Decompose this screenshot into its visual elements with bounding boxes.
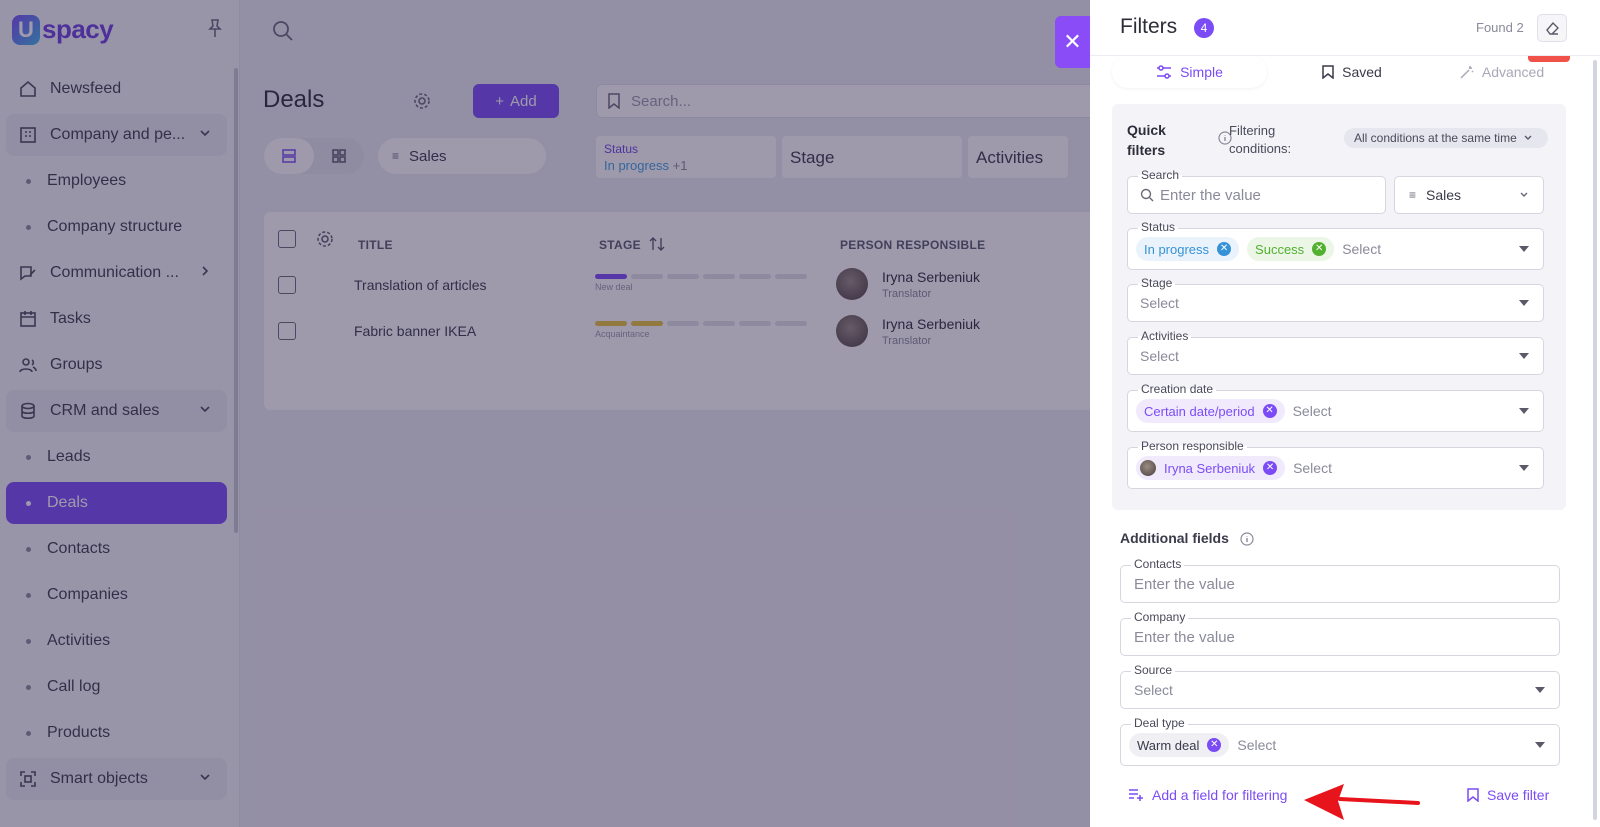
info-icon[interactable] <box>1240 532 1254 546</box>
add-field-for-filtering-button[interactable]: Add a field for filtering <box>1128 787 1287 803</box>
field-label: Stage <box>1138 276 1176 290</box>
creation-date-chip[interactable]: Certain date/period ✕ <box>1136 399 1285 423</box>
panel-scrollbar[interactable] <box>1593 60 1597 820</box>
select-placeholder: Select <box>1342 241 1382 257</box>
dropdown-caret-icon <box>1519 353 1529 359</box>
field-label: Contacts <box>1131 557 1185 571</box>
dropdown-caret-icon <box>1535 687 1545 693</box>
chevron-down-icon <box>1524 135 1532 140</box>
chip-label: Certain date/period <box>1144 403 1255 419</box>
annotation-arrow-icon <box>1304 784 1420 820</box>
dropdown-caret-icon <box>1519 300 1529 306</box>
search-placeholder: Enter the value <box>1160 186 1261 204</box>
field-label: Deal type <box>1131 716 1188 730</box>
select-placeholder: Select <box>1292 403 1332 419</box>
deal-type-chip[interactable]: Warm deal ✕ <box>1129 733 1230 757</box>
chip-label: Warm deal <box>1137 737 1200 753</box>
bookmark-icon <box>1467 788 1479 802</box>
magic-wand-icon <box>1460 66 1474 79</box>
clear-filters-button[interactable] <box>1537 14 1567 42</box>
tab-saved[interactable]: Saved <box>1292 56 1412 88</box>
creation-date-select[interactable]: Creation date Certain date/period ✕ Selec… <box>1127 382 1544 432</box>
filters-title: Filters <box>1120 15 1178 38</box>
conditions-value: All conditions at the same time <box>1354 131 1517 145</box>
tab-label: Advanced <box>1481 64 1545 80</box>
select-placeholder: Select <box>1237 737 1277 753</box>
filters-header: Filters 4 Found 2 <box>1090 0 1600 56</box>
field-label: Person responsible <box>1138 439 1247 453</box>
input-placeholder: Enter the value <box>1134 628 1235 646</box>
filtering-conditions-label: Filtering conditions: <box>1229 123 1292 156</box>
select-placeholder: Select <box>1140 348 1179 364</box>
status-chip-in-progress[interactable]: In progress ✕ <box>1136 237 1240 261</box>
save-filter-label: Save filter <box>1487 787 1550 803</box>
select-placeholder: Select <box>1293 460 1332 476</box>
field-label: Company <box>1131 610 1189 624</box>
remove-chip-icon[interactable]: ✕ <box>1312 242 1327 256</box>
add-field-label: Add a field for filtering <box>1152 787 1288 803</box>
chip-label: Success <box>1255 241 1305 257</box>
input-placeholder: Enter the value <box>1134 575 1235 593</box>
tab-label: Saved <box>1342 64 1382 80</box>
field-label: Source <box>1131 663 1176 677</box>
select-placeholder: Select <box>1140 295 1179 311</box>
company-input[interactable]: Company Enter the value <box>1120 610 1560 656</box>
sliders-icon <box>1157 65 1172 79</box>
select-placeholder: Select <box>1134 682 1173 698</box>
dropdown-caret-icon <box>1535 742 1545 748</box>
field-label: Search <box>1138 168 1183 182</box>
eraser-icon <box>1546 21 1559 35</box>
person-responsible-select[interactable]: Person responsible Iryna Serbeniuk ✕ Sele… <box>1127 439 1544 489</box>
save-filter-button[interactable]: Save filter <box>1467 787 1549 803</box>
contacts-input[interactable]: Contacts Enter the value <box>1120 557 1560 603</box>
dropdown-caret-icon <box>1519 408 1529 414</box>
filters-panel: Simple Saved Advanced Filters 4 Found 2 … <box>1090 0 1600 827</box>
chip-label: Iryna Serbeniuk <box>1164 460 1256 476</box>
close-filters-button[interactable]: ✕ <box>1055 16 1090 68</box>
filter-tabs: Simple Saved Advanced <box>1112 56 1570 88</box>
remove-chip-icon[interactable]: ✕ <box>1262 404 1277 418</box>
dropdown-caret-icon <box>1519 465 1529 471</box>
search-icon <box>1140 188 1154 202</box>
tab-label: Simple <box>1180 64 1223 80</box>
remove-chip-icon[interactable]: ✕ <box>1207 738 1222 752</box>
bookmark-icon <box>1322 65 1334 79</box>
avatar <box>1140 460 1156 476</box>
dropdown-caret-icon <box>1519 246 1529 252</box>
filtering-conditions-select[interactable]: All conditions at the same time <box>1344 128 1548 148</box>
filter-lines-icon: ≡ <box>1409 188 1417 202</box>
add-list-icon <box>1129 789 1143 801</box>
status-select[interactable]: Status In progress ✕ Success ✕ Select <box>1127 220 1544 270</box>
stage-select[interactable]: Stage Select <box>1127 276 1544 322</box>
deal-type-select[interactable]: Deal type Warm deal ✕ Select <box>1120 716 1560 766</box>
field-label: Status <box>1138 220 1179 234</box>
quick-search-input[interactable]: Search Enter the value <box>1127 168 1386 214</box>
chevron-down-icon <box>1520 192 1528 197</box>
remove-chip-icon[interactable]: ✕ <box>1217 242 1232 256</box>
pipeline-select[interactable]: ≡ Sales <box>1394 176 1544 214</box>
quick-filters-section: Quick filters Filtering conditions: All … <box>1112 104 1566 510</box>
field-label: Creation date <box>1138 382 1217 396</box>
person-chip[interactable]: Iryna Serbeniuk ✕ <box>1136 456 1286 480</box>
source-select[interactable]: Source Select <box>1120 663 1560 709</box>
remove-chip-icon[interactable]: ✕ <box>1263 461 1278 475</box>
activities-select[interactable]: Activities Select <box>1127 329 1544 375</box>
tab-simple[interactable]: Simple <box>1112 56 1267 88</box>
chip-label: In progress <box>1144 241 1210 257</box>
pipeline-value: Sales <box>1426 187 1462 203</box>
additional-fields-title: Additional fields <box>1120 530 1229 546</box>
field-label: Activities <box>1138 329 1192 343</box>
status-chip-success[interactable]: Success ✕ <box>1247 237 1335 261</box>
found-count: Found 2 <box>1476 20 1524 35</box>
close-icon: ✕ <box>1063 29 1082 54</box>
quick-filters-label: Quick filters <box>1127 122 1166 158</box>
filters-count-badge: 4 <box>1194 18 1214 38</box>
